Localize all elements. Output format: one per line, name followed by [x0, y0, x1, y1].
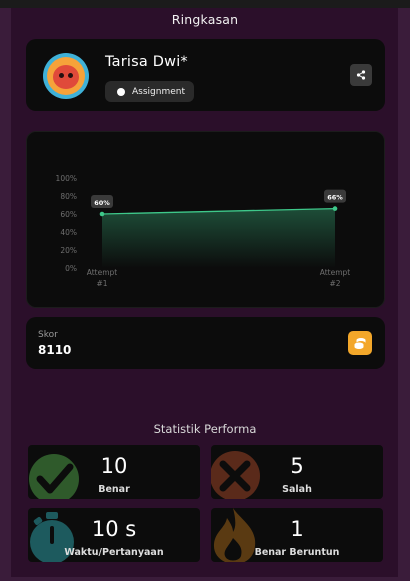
x-tick-label: #2 — [329, 279, 340, 288]
stat-value: 10 s — [91, 517, 137, 541]
share-button[interactable] — [350, 64, 372, 86]
series-area — [102, 208, 335, 268]
score-label: Skor — [38, 330, 58, 340]
page-title: Ringkasan — [171, 12, 239, 27]
stat-wrong: 5 Salah — [211, 445, 383, 499]
stats-title: Statistik Performa — [153, 422, 257, 436]
y-tick-label: 40% — [60, 228, 77, 237]
stat-label: Salah — [282, 484, 312, 495]
y-tick-label: 80% — [60, 192, 77, 201]
stat-correct: 10 Benar — [28, 445, 200, 499]
score-line-chart: 100% 80% 60% 40% 20% 0% 60% 66% Attempt #1 Attempt… — [56, 174, 351, 288]
stat-label: Waktu/Pertanyaan — [64, 547, 164, 558]
y-tick-label: 100% — [56, 174, 77, 183]
share-icon — [356, 70, 366, 80]
user-name: Tarisa Dwi* — [105, 54, 188, 70]
data-label: 66% — [327, 194, 343, 202]
score-value: 8110 — [38, 343, 72, 357]
coins-button[interactable] — [348, 331, 372, 355]
data-point — [99, 211, 105, 217]
x-tick-label: Attempt — [320, 268, 351, 277]
badge-label: Assignment — [132, 86, 185, 97]
data-label: 60% — [94, 199, 110, 207]
stat-value: 1 — [290, 517, 304, 541]
score-card: Skor 8110 — [26, 317, 385, 369]
data-point — [332, 206, 338, 211]
x-tick-label: #1 — [96, 279, 107, 288]
stat-label: Benar Beruntun — [254, 547, 340, 558]
stat-time-per-question: 10 s Waktu/Pertanyaan — [28, 508, 200, 562]
coins-icon — [354, 338, 366, 349]
x-tick-label: Attempt — [87, 268, 118, 277]
score-chart-card: 100% 80% 60% 40% 20% 0% 60% 66% Attempt #1 Attempt… — [26, 131, 385, 308]
stat-label: Benar — [98, 484, 130, 495]
badge-dot-icon — [117, 87, 125, 96]
stat-streak: 1 Benar Beruntun — [211, 508, 383, 562]
stat-value: 10 — [100, 454, 128, 478]
avatar — [43, 53, 89, 99]
assignment-badge: Assignment — [105, 81, 194, 102]
stat-value: 5 — [290, 454, 304, 478]
top-bar — [0, 0, 410, 8]
profile-card: Tarisa Dwi* Assignment — [26, 39, 385, 111]
y-tick-label: 60% — [60, 210, 77, 219]
y-tick-label: 0% — [65, 264, 77, 273]
y-tick-label: 20% — [60, 246, 77, 255]
